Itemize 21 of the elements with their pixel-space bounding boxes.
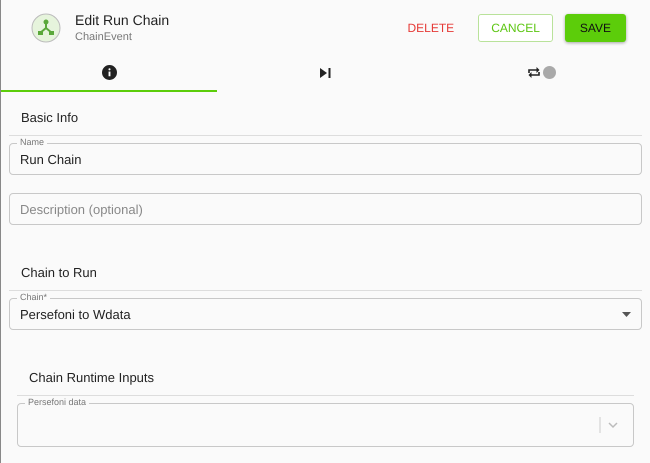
section-title: Chain Runtime Inputs <box>17 352 634 396</box>
combo-field[interactable]: Persefoni data <box>17 396 634 447</box>
select-field[interactable]: Chain* Persefoni to Wdata <box>9 291 642 330</box>
field-label: Name <box>17 137 48 147</box>
dialog-subtitle: ChainEvent <box>75 31 133 43</box>
field-label: Persefoni data <box>25 397 90 407</box>
text-field[interactable]: Name Run Chain <box>9 136 642 175</box>
section-title: Basic Info <box>9 92 642 136</box>
cancel-button[interactable]: CANCEL <box>478 14 553 42</box>
chain-logo-icon <box>31 12 61 42</box>
dialog-title: Edit Run Chain <box>75 12 170 28</box>
text-field[interactable]: Description (optional) <box>9 193 642 225</box>
skip-next-icon <box>320 68 331 78</box>
section-title: Chain to Run <box>9 247 642 291</box>
repeat-icon <box>527 66 542 79</box>
dropdown-arrow-icon <box>622 312 631 316</box>
delete-button[interactable]: DELETE <box>396 14 466 42</box>
status-dot-icon <box>543 66 556 79</box>
save-button[interactable]: SAVE <box>564 14 626 42</box>
info-icon <box>102 65 117 80</box>
field-label: Chain* <box>17 292 50 302</box>
